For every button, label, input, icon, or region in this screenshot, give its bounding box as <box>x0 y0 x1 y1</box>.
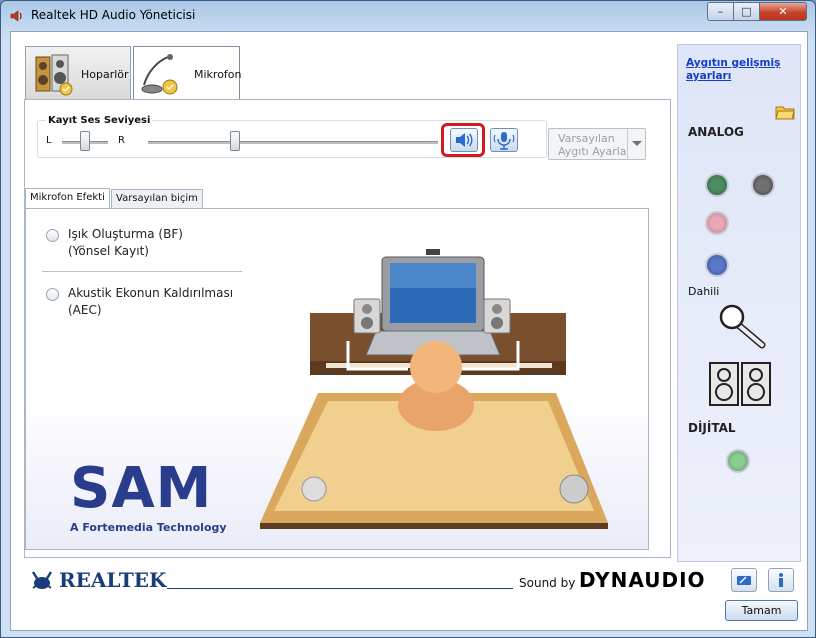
microphone-boost-button[interactable] <box>490 128 518 152</box>
close-button[interactable]: ✕ <box>759 2 807 21</box>
minimize-button[interactable]: – <box>707 2 734 21</box>
volume-track <box>148 141 438 144</box>
footer-divider <box>167 588 513 589</box>
volume-slider-thumb[interactable] <box>230 131 240 151</box>
beamforming-line1: Işık Oluşturma (BF) <box>68 227 183 241</box>
digital-jack[interactable] <box>726 449 750 473</box>
title-bar[interactable]: Realtek HD Audio Yöneticisi – □ ✕ <box>1 1 815 31</box>
left-label: L <box>46 135 52 146</box>
balance-slider-thumb[interactable] <box>80 131 90 151</box>
tab-default-format[interactable]: Varsayılan biçim <box>111 189 203 209</box>
info-button[interactable] <box>768 568 794 592</box>
speaker-volume-icon <box>456 133 473 147</box>
advanced-settings-link[interactable]: Aygıtın gelişmiş ayarları <box>686 57 780 83</box>
aec-line2: (AEC) <box>68 303 102 317</box>
app-window: Realtek HD Audio Yöneticisi – □ ✕ Hoparl… <box>0 0 816 638</box>
microphone-array-icon <box>493 132 515 150</box>
green-jack[interactable] <box>705 173 729 197</box>
advanced-link-line2: ayarları <box>686 70 732 82</box>
set-default-device-button[interactable]: Varsayılan Aygıtı Ayarla <box>548 128 646 160</box>
tab-speaker-label: Hoparlör <box>81 68 129 81</box>
window-title: Realtek HD Audio Yöneticisi <box>31 8 196 22</box>
set-default-line2: Aygıtı Ayarla <box>558 145 627 158</box>
internal-label: Dahili <box>688 285 720 298</box>
options-separator <box>42 271 242 272</box>
tab-microphone-effect[interactable]: Mikrofon Efekti <box>25 188 110 209</box>
advanced-link-line1: Aygıtın gelişmiş <box>686 57 781 69</box>
microphone-panel: Kayıt Ses Seviyesi L R Varsayılan Aygıtı… <box>24 99 671 558</box>
speaker-icon <box>10 10 22 22</box>
speaker-cabinet-icon <box>35 54 73 96</box>
ok-button[interactable]: Tamam <box>725 600 798 621</box>
device-sidebar: Aygıtın gelişmiş ayarları ANALOG Dahili <box>677 44 801 562</box>
info-icon <box>779 573 783 587</box>
tab-speaker[interactable]: Hoparlör <box>25 46 131 100</box>
microphone-handheld-icon[interactable] <box>718 303 768 349</box>
dynaudio-logo: DYNAUDIO <box>579 568 706 592</box>
chevron-down-icon[interactable] <box>631 140 643 148</box>
aec-line1: Akustik Ekonun Kaldırılması <box>68 286 234 300</box>
aec-radio[interactable] <box>46 288 59 301</box>
sam-logo: SAM <box>70 456 213 521</box>
settings-button[interactable] <box>731 568 757 592</box>
maximize-button[interactable]: □ <box>733 2 760 21</box>
client-area: Hoparlör Mikrofon Kayıt Ses Seviyesi L R… <box>10 31 808 631</box>
beamforming-radio[interactable] <box>46 229 59 242</box>
microphone-effect-panel: Işık Oluşturma (BF) (Yönsel Kayıt) Akust… <box>25 208 649 550</box>
realtek-crab-icon <box>31 571 53 589</box>
gray-jack[interactable] <box>751 173 775 197</box>
pink-jack[interactable] <box>705 211 729 235</box>
digital-label: DİJİTAL <box>688 421 736 435</box>
beamforming-line2: (Yönsel Kayıt) <box>68 244 149 258</box>
analog-label: ANALOG <box>688 125 744 139</box>
set-default-line1: Varsayılan <box>558 132 615 145</box>
folder-icon[interactable] <box>774 101 796 121</box>
laptop-user-illustration <box>260 249 608 529</box>
right-label: R <box>118 135 125 146</box>
mute-button[interactable] <box>450 128 478 152</box>
dropdown-divider <box>627 129 628 159</box>
recording-volume-title: Kayıt Ses Seviyesi <box>46 115 153 126</box>
sound-by-label: Sound by <box>519 576 576 590</box>
sam-tagline: A Fortemedia Technology <box>70 521 227 534</box>
blue-jack[interactable] <box>705 253 729 277</box>
tab-microphone-label: Mikrofon <box>194 68 242 81</box>
tab-microphone[interactable]: Mikrofon <box>133 46 242 101</box>
card-settings-icon <box>737 576 751 585</box>
realtek-logo: REALTEK <box>59 568 167 592</box>
microphone-icon <box>141 54 178 95</box>
stereo-speakers-icon[interactable] <box>708 361 772 407</box>
